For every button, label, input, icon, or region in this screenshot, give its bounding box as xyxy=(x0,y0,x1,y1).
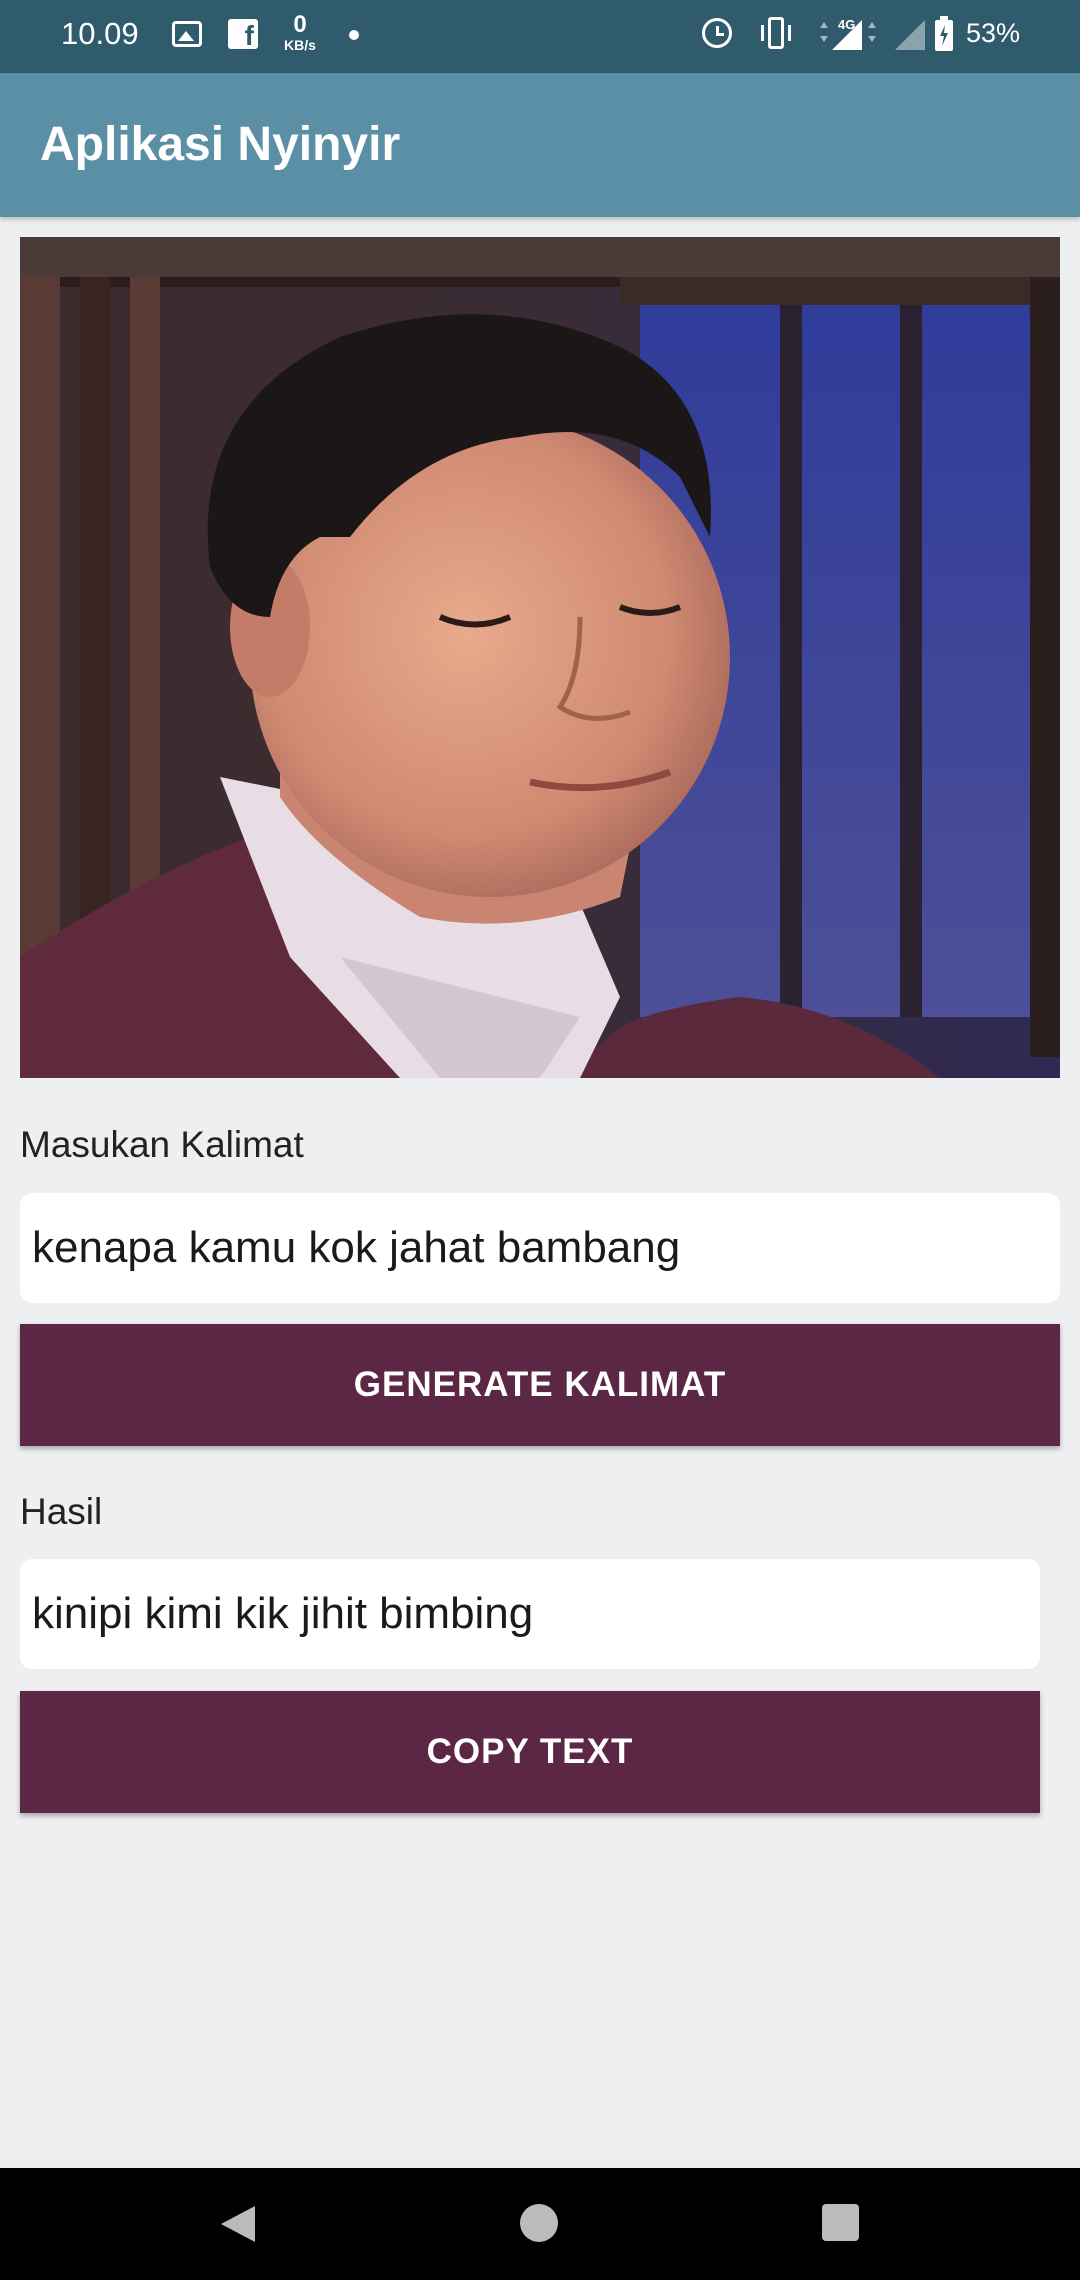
meme-photo xyxy=(20,237,1060,1078)
net-speed-indicator: 0 KB/s xyxy=(281,11,319,54)
navigation-bar xyxy=(0,2168,1080,2280)
signal-icon: 4G xyxy=(820,17,876,50)
sentence-input[interactable]: kenapa kamu kok jahat bambang xyxy=(20,1193,1060,1303)
app-bar: Aplikasi Nyinyir xyxy=(0,73,1080,217)
recents-icon[interactable] xyxy=(822,2204,859,2241)
result-label: Hasil xyxy=(20,1491,103,1532)
input-label: Masukan Kalimat xyxy=(20,1124,304,1165)
gallery-icon xyxy=(172,21,202,47)
battery-icon xyxy=(935,16,953,51)
result-field[interactable]: kinipi kimi kik jihit bimbing xyxy=(20,1559,1040,1669)
battery-percent: 53% xyxy=(966,18,1021,48)
net-speed-value: 0 xyxy=(293,11,307,38)
status-time: 10.09 xyxy=(61,16,139,51)
back-icon[interactable] xyxy=(217,2204,257,2244)
copy-text-button[interactable]: COPY TEXT xyxy=(20,1691,1040,1813)
generate-button[interactable]: GENERATE KALIMAT xyxy=(20,1324,1060,1446)
vibrate-icon xyxy=(758,17,794,51)
alarm-icon xyxy=(702,18,732,48)
home-icon[interactable] xyxy=(520,2204,558,2242)
app-title: Aplikasi Nyinyir xyxy=(40,118,401,171)
facebook-icon: f xyxy=(228,19,258,51)
notification-dot-icon xyxy=(349,30,359,40)
signal-icon-sim2 xyxy=(895,20,925,50)
status-bar: 10.09 f 0 KB/s 4G 53% xyxy=(0,0,1080,73)
net-speed-unit: KB/s xyxy=(284,37,316,53)
